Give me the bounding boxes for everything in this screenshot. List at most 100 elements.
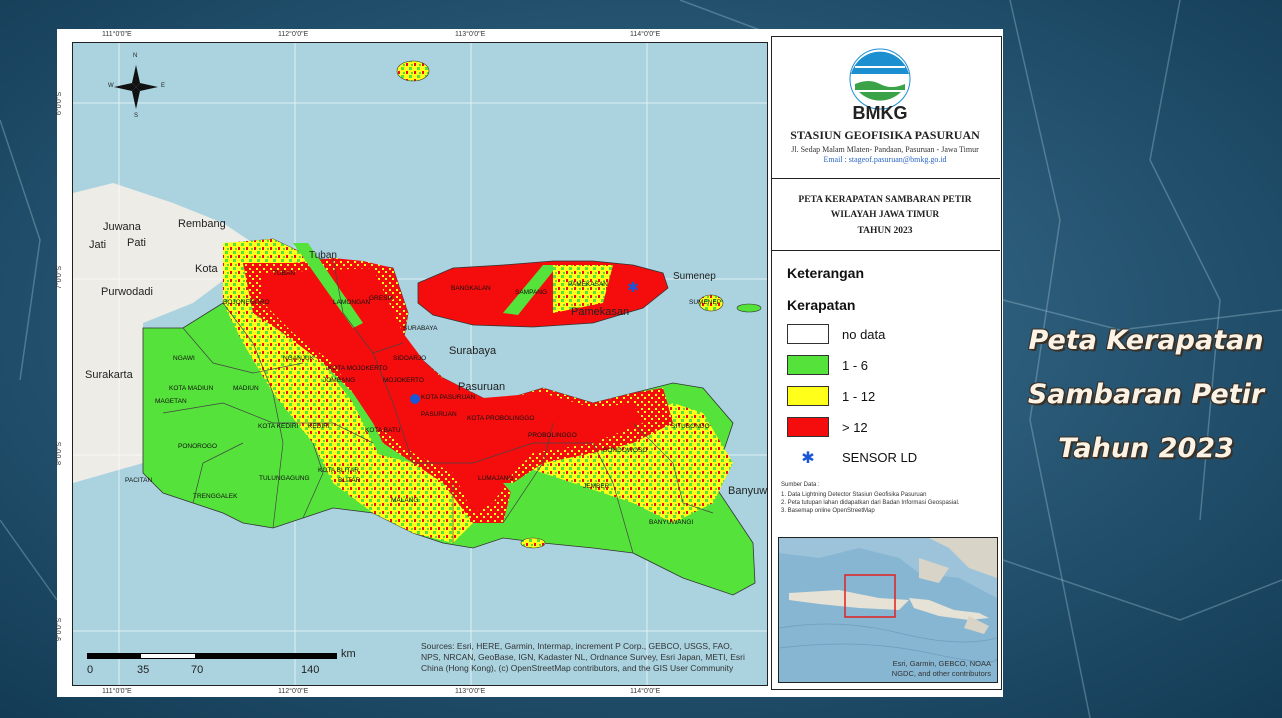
region-label: KEDIRI: [308, 423, 330, 430]
place-label-banyuwangi: Banyuwangi: [728, 485, 768, 497]
region-label: MAGETAN: [155, 398, 187, 405]
coord-left-3: 8°0'0"S: [55, 442, 63, 465]
main-map[interactable]: ✱ N S W E Juwana Rembang Jati Pati Kota …: [72, 42, 768, 686]
region-label: KOTA BATU: [365, 427, 401, 434]
legend-subheading: Kerapatan: [787, 297, 856, 313]
inset-map[interactable]: Esri, Garmin, GEBCO, NOAA NGDC, and othe…: [778, 537, 998, 683]
source-item: 3. Basemap online OpenStreetMap: [781, 508, 875, 514]
north-letter: N: [133, 53, 138, 59]
region-label: LAMONGAN: [333, 299, 371, 306]
legend-item-high: > 12: [787, 417, 868, 437]
coord-left-1: 6°0'0"S: [55, 92, 63, 115]
place-label-rembang: Rembang: [178, 218, 226, 230]
map-title-line-3: TAHUN 2023: [857, 226, 913, 236]
place-label-surakarta: Surakarta: [85, 369, 133, 381]
bmkg-logo-icon: [849, 48, 911, 110]
region-label: BANYUWANGI: [649, 519, 694, 526]
region-label: PROBOLINGGO: [528, 432, 577, 439]
legend-swatch: [787, 386, 829, 406]
legend-swatch: [787, 355, 829, 375]
legend-heading: Keterangan: [787, 265, 865, 281]
inset-attribution-line-1: Esri, Garmin, GEBCO, NOAA: [892, 659, 991, 668]
region-label: JOMBANG: [323, 377, 356, 384]
sensor-star-icon: ✱: [801, 448, 815, 467]
map-attribution: Sources: Esri, HERE, Garmin, Intermap, i…: [421, 641, 745, 673]
region-label: NGAWI: [173, 355, 195, 362]
coord-bottom-4: 114°0'0"E: [630, 688, 661, 695]
sensor-markers: [410, 394, 420, 404]
map-title-line-2: WILAYAH JAWA TIMUR: [830, 210, 940, 220]
place-label-pati: Pati: [127, 237, 146, 249]
side-title-line-2: Sambaran Petir: [1027, 379, 1265, 410]
coord-top-2: 112°0'0"E: [278, 31, 309, 38]
place-label-jati: Jati: [89, 239, 107, 251]
sources-heading: Sumber Data :: [781, 482, 820, 488]
place-label-tuban: Tuban: [309, 250, 337, 261]
region-label: PONOROGO: [178, 443, 218, 450]
region-label: TUBAN: [273, 270, 296, 277]
side-title-line-3: Tahun 2023: [1058, 433, 1234, 464]
coord-bottom-2: 112°0'0"E: [278, 688, 309, 695]
small-island-east: [736, 303, 762, 313]
region-label: SUMENEP: [689, 299, 722, 306]
south-letter: S: [134, 113, 139, 119]
legend-label: 1 - 12: [842, 388, 876, 404]
station-name: STASIUN GEOFISIKA PASURUAN: [790, 128, 980, 142]
region-label: PACITAN: [125, 477, 153, 484]
coord-bottom-1: 111°0'0"E: [102, 688, 132, 695]
map-title-line-1: PETA KERAPATAN SAMBARAN PETIR: [798, 195, 972, 205]
legend-label: > 12: [842, 419, 868, 435]
region-label: BLITAR: [338, 477, 361, 484]
region-label: SAMPANG: [515, 289, 548, 296]
region-label: SIDOARJO: [393, 355, 427, 362]
region-label: SURABAYA: [403, 325, 438, 332]
region-label: NGANJUK: [283, 355, 315, 362]
region-label: BONDOWOSO: [603, 447, 648, 454]
side-title-line-1: Peta Kerapatan: [1028, 325, 1264, 356]
region-label: TRENGGALEK: [193, 493, 238, 500]
coord-top-4: 114°0'0"E: [630, 31, 661, 38]
region-label: KOTA MOJOKERTO: [328, 365, 388, 372]
region-label: LUMAJANG: [478, 475, 514, 482]
scale-bar: [87, 653, 337, 659]
bmkg-logo-text: BMKG: [852, 103, 908, 123]
place-label-surabaya: Surabaya: [449, 345, 497, 357]
region-label: KOTA MADIUN: [169, 385, 214, 392]
header-divider: [771, 178, 1000, 179]
source-item: 2. Peta tutupan lahan didapatkan dari Ba…: [781, 500, 960, 506]
map-canvas: ✱: [73, 43, 767, 685]
region-label: SITUBONDO: [671, 423, 710, 430]
region-label: TULUNGAGUNG: [259, 475, 310, 482]
inset-attribution-line-2: NGDC, and other contributors: [891, 669, 991, 678]
coord-left-2: 7°0'0"S: [55, 266, 63, 289]
sensor-marker-sumenep: ✱: [627, 280, 639, 296]
station-email[interactable]: Email : stageof.pasuruan@bmkg.go.id: [772, 155, 998, 164]
bawean-island: [396, 60, 430, 82]
legend-swatch: [787, 324, 829, 344]
legend-label: 1 - 6: [842, 357, 869, 373]
side-title: Peta Kerapatan Sambaran Petir Tahun 2023: [1022, 314, 1270, 476]
region-label: GRESIK: [369, 295, 394, 302]
region-label: BOJONEGORO: [223, 299, 270, 306]
region-label: MALANG: [391, 497, 419, 504]
region-label: BANGKALAN: [451, 285, 491, 292]
west-letter: W: [108, 83, 114, 89]
legend-label: SENSOR LD: [842, 450, 918, 465]
legend-item-low: 1 - 6: [787, 355, 868, 375]
place-label-juwana: Juwana: [103, 221, 141, 233]
legend-swatch: [787, 417, 829, 437]
place-label-purwodadi: Purwodadi: [101, 286, 153, 298]
scale-tick-0: 0: [87, 664, 94, 676]
place-label-pamekasan: Pamekasan: [571, 306, 630, 318]
scale-tick-70: 70: [191, 664, 204, 676]
station-address: Jl. Sedap Malam Mlaten- Pandaan, Pasurua…: [791, 145, 979, 154]
title-divider: [771, 250, 1000, 251]
place-label-pasuruan: Pasuruan: [458, 381, 506, 393]
source-item: 1. Data Lightning Detector Stasiun Geofi…: [781, 492, 927, 498]
region-label: MOJOKERTO: [383, 377, 424, 384]
place-label-kota: Kota: [195, 263, 218, 275]
region-label: KOTA PROBOLINGGO: [467, 415, 535, 422]
region-label: KOTA BLITAR: [318, 467, 359, 474]
region-label: KOTA PASURUAN: [421, 394, 476, 401]
region-label: PASURUAN: [421, 411, 457, 418]
